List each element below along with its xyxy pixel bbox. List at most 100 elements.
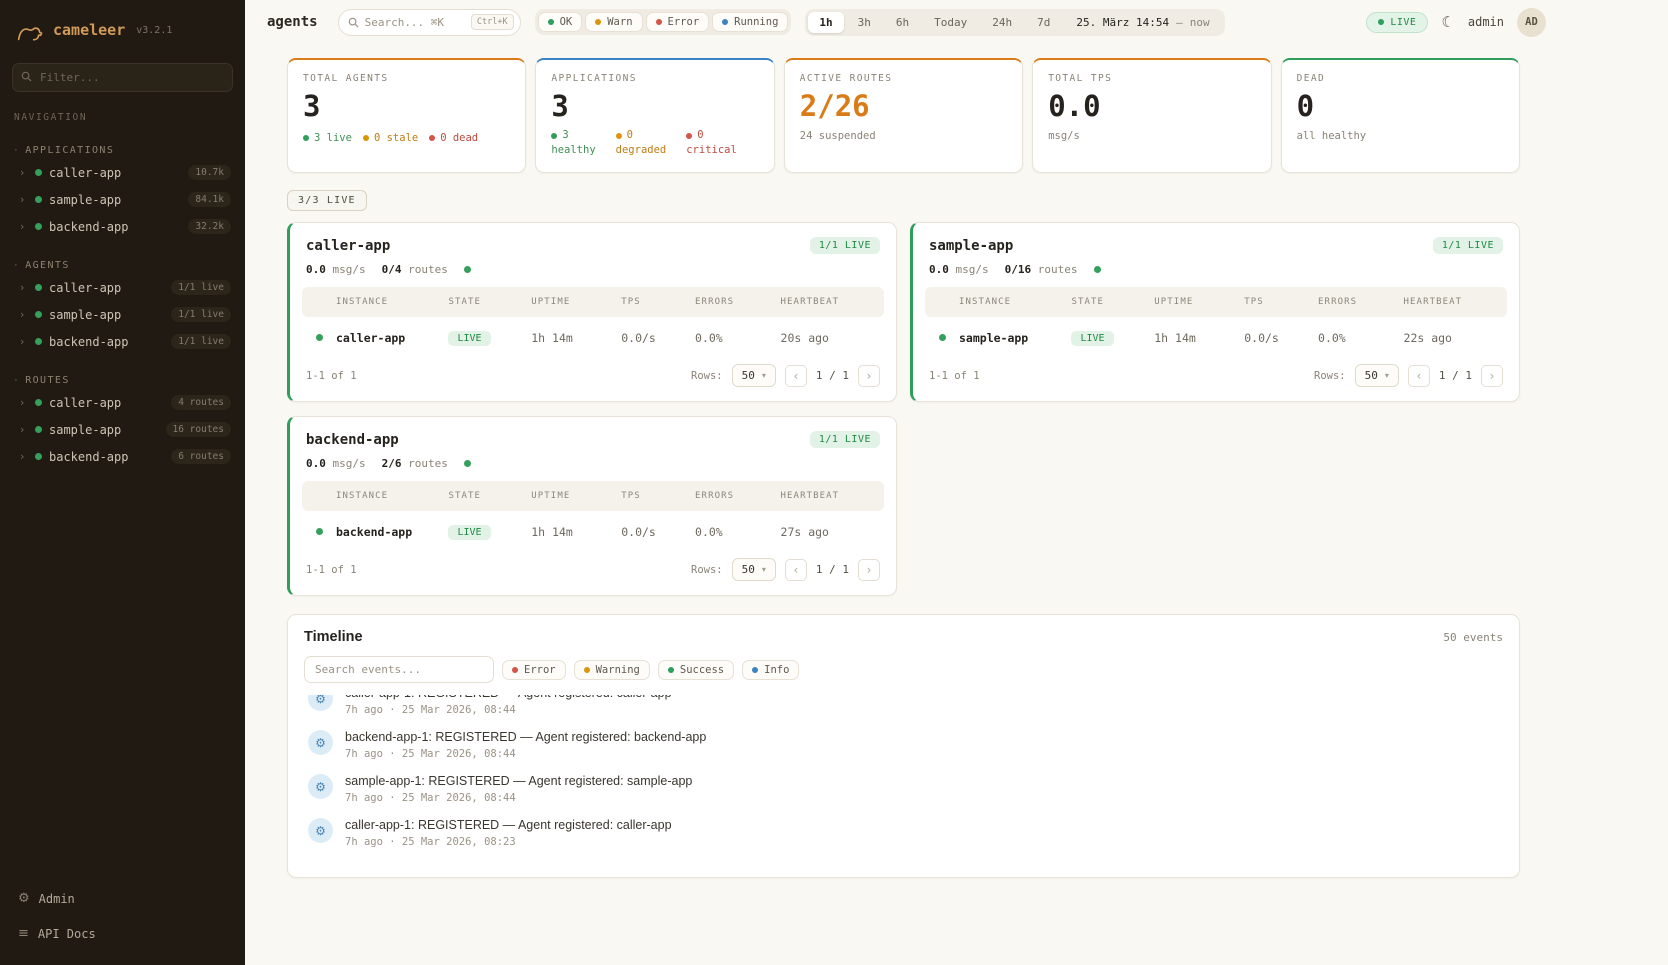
status-dot-icon [35,196,42,203]
dead-dot-icon [429,135,435,141]
item-label: caller-app [49,396,121,410]
range-button-3h[interactable]: 3h [847,12,882,33]
sidebar-item-applications-sample-app[interactable]: ›sample-app84.1k [0,186,245,213]
event-time: 7h ago · 25 Mar 2026, 08:44 [345,704,672,716]
table-row[interactable]: sample-app LIVE 1h 14m 0.0/s 0.0% 22s ag… [925,317,1507,358]
filter-chip-running[interactable]: Running [712,12,788,32]
table-row[interactable]: caller-app LIVE 1h 14m 0.0/s 0.0% 20s ag… [302,317,884,358]
status-dot-icon [35,426,42,433]
sidebar-item-routes-sample-app[interactable]: ›sample-app16 routes [0,416,245,443]
sidebar-admin-link[interactable]: ⚙ Admin [14,885,231,912]
filter-chip-error[interactable]: Error [646,12,710,32]
sidebar-item-agents-backend-app[interactable]: ›backend-app1/1 live [0,328,245,355]
health-dot-icon [464,266,471,273]
sidebar-item-agents-sample-app[interactable]: ›sample-app1/1 live [0,301,245,328]
tps-value: 0.0 [929,263,949,276]
instance-name: sample-app [959,331,1071,345]
chevron-down-icon: ▾ [762,565,766,574]
sidebar-filter-input[interactable] [12,63,233,92]
prev-page-button[interactable]: ‹ [785,559,807,581]
rows-per-page-select[interactable]: 50▾ [1355,364,1399,387]
item-label: caller-app [49,281,121,295]
sidebar-section-routes: ·ROUTES ›caller-app4 routes ›sample-app1… [0,371,245,470]
rows-per-page-select[interactable]: 50▾ [732,364,776,387]
status-dot-icon [35,223,42,230]
events-count: 50 events [1443,631,1503,644]
sidebar-item-routes-caller-app[interactable]: ›caller-app4 routes [0,389,245,416]
range-button-7d[interactable]: 7d [1026,12,1061,33]
filter-chip-ok[interactable]: OK [538,12,583,32]
next-page-button[interactable]: › [858,365,880,387]
section-title: AGENTS [25,260,70,271]
item-badge: 1/1 live [171,280,231,295]
agent-card-sample-app: sample-app 1/1 LIVE 0.0 msg/s 0/16 route… [910,222,1520,402]
status-dot-icon [35,284,42,291]
sidebar: cameleer v3.2.1 NAVIGATION ·APPLICATIONS… [0,0,245,965]
item-badge: 1/1 live [171,307,231,322]
errors-cell: 0.0% [695,331,780,345]
prev-page-button[interactable]: ‹ [1408,365,1430,387]
filter-chip-warn[interactable]: Warn [585,12,642,32]
table-header: INSTANCESTATEUPTIMETPSERRORSHEARTBEAT [302,287,884,317]
degraded-dot-icon [616,133,622,139]
timeline-search-input[interactable] [304,656,494,683]
routes-value: 2/6 [382,457,402,470]
running-dot-icon [722,19,728,25]
gear-icon: ⚙ [308,818,333,843]
live-count-badge: 1/1 LIVE [810,431,880,448]
item-badge: 6 routes [171,449,231,464]
chevron-right-icon: › [20,220,28,233]
event-item[interactable]: ⚙ caller-app-1: REGISTERED — Agent regis… [304,695,1503,723]
timeline-title: Timeline [304,629,363,645]
rows-per-page-select[interactable]: 50▾ [732,558,776,581]
timeline-card: Timeline 50 events Error Warning Success… [287,614,1520,878]
chevron-down-icon: ▾ [1385,371,1389,380]
event-item[interactable]: ⚙ backend-app-1: REGISTERED — Agent regi… [304,723,1503,767]
next-page-button[interactable]: › [1481,365,1503,387]
sidebar-item-applications-backend-app[interactable]: ›backend-app32.2k [0,213,245,240]
event-item[interactable]: ⚙ sample-app-1: REGISTERED — Agent regis… [304,767,1503,811]
stat-subtext: all healthy [1297,130,1504,142]
agent-card-title: sample-app [929,238,1013,254]
health-dot-icon [464,460,471,467]
stat-title: ACTIVE ROUTES [800,73,1007,84]
dark-mode-toggle[interactable]: ☾ [1441,15,1454,30]
table-row[interactable]: backend-app LIVE 1h 14m 0.0/s 0.0% 27s a… [302,511,884,552]
search-icon [21,71,32,82]
events-list: ⚙ caller-app-1: REGISTERED — Agent regis… [304,695,1503,865]
prev-page-button[interactable]: ‹ [785,365,807,387]
status-dot-icon [35,311,42,318]
event-item[interactable]: ⚙ caller-app-1: REGISTERED — Agent regis… [304,811,1503,855]
sidebar-api-docs-link[interactable]: ≡ API Docs [14,920,231,947]
range-button-6h[interactable]: 6h [885,12,920,33]
timeline-chip-info[interactable]: Info [742,660,799,680]
live-toggle[interactable]: LIVE [1366,12,1428,33]
app-version: v3.2.1 [136,25,172,36]
range-button-24h[interactable]: 24h [981,12,1023,33]
app-logo[interactable]: cameleer v3.2.1 [0,0,245,57]
timeline-chip-error[interactable]: Error [502,660,566,680]
sidebar-item-applications-caller-app[interactable]: ›caller-app10.7k [0,159,245,186]
search-input[interactable] [365,16,465,29]
avatar[interactable]: AD [1517,8,1546,37]
range-button-1h[interactable]: 1h [808,12,843,33]
timeline-chip-success[interactable]: Success [658,660,734,680]
page-title: agents [267,14,318,30]
item-label: sample-app [49,423,121,437]
global-search[interactable]: Ctrl+K [338,9,521,36]
breakdown-dead: 0 dead [440,132,478,144]
gear-icon: ⚙ [308,730,333,755]
range-button-today[interactable]: Today [923,12,978,33]
breakdown-healthy: healthy [551,144,595,156]
timeline-chip-warning[interactable]: Warning [574,660,650,680]
live-summary-badge: 3/3 LIVE [287,190,367,211]
stat-value: 0 [1297,91,1504,123]
stale-dot-icon [363,135,369,141]
topbar: agents Ctrl+K OK Warn Error Running 1h 3… [245,0,1668,44]
sidebar-item-agents-caller-app[interactable]: ›caller-app1/1 live [0,274,245,301]
agent-card-caller-app: caller-app 1/1 LIVE 0.0 msg/s 0/4 routes… [287,222,897,402]
next-page-button[interactable]: › [858,559,880,581]
event-time: 7h ago · 25 Mar 2026, 08:44 [345,792,692,804]
state-badge: LIVE [448,331,490,346]
sidebar-item-routes-backend-app[interactable]: ›backend-app6 routes [0,443,245,470]
